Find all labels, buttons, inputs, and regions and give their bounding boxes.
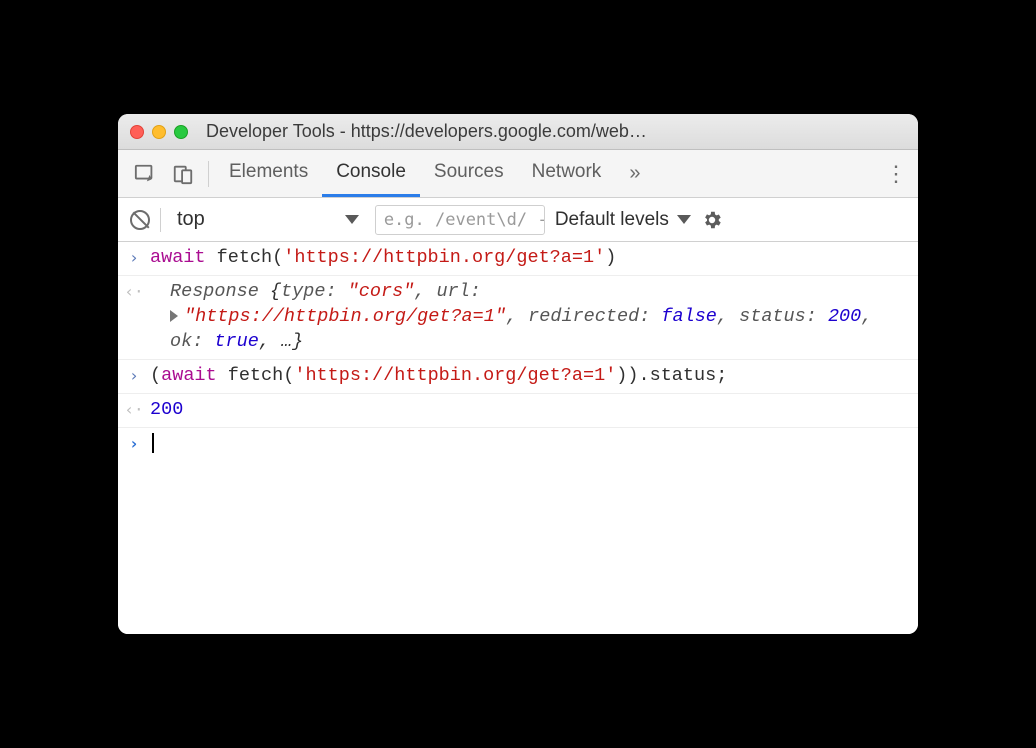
- more-tabs-button[interactable]: »: [615, 162, 654, 185]
- prop-url: , url:: [414, 281, 481, 302]
- tabbar-separator: [208, 161, 209, 187]
- ellipsis: , …}: [259, 331, 303, 352]
- log-levels-label: Default levels: [555, 209, 669, 231]
- tab-elements[interactable]: Elements: [215, 150, 322, 197]
- window-title: Developer Tools - https://developers.goo…: [196, 121, 906, 142]
- prop-status: , status:: [717, 306, 828, 327]
- window-titlebar: Developer Tools - https://developers.goo…: [118, 114, 918, 150]
- call: fetch(: [217, 365, 295, 386]
- traffic-lights: [130, 125, 188, 139]
- console-settings-icon[interactable]: [701, 209, 723, 231]
- brace: {: [270, 281, 281, 302]
- chevron-down-icon: [345, 215, 359, 224]
- val-url: "https://httpbin.org/get?a=1": [184, 306, 506, 327]
- devtools-tabbar: Elements Console Sources Network » ⋮: [118, 150, 918, 198]
- console-input-line: › await fetch('https://httpbin.org/get?a…: [118, 242, 918, 276]
- console-input-line: › (await fetch('https://httpbin.org/get?…: [118, 360, 918, 394]
- execution-context-label: top: [177, 208, 205, 231]
- console-body[interactable]: › await fetch('https://httpbin.org/get?a…: [118, 242, 918, 634]
- output-return-icon: ‹·: [118, 398, 150, 419]
- minimize-window-button[interactable]: [152, 125, 166, 139]
- console-filter-input[interactable]: e.g. /event\d/ -c: [375, 205, 545, 235]
- tab-console[interactable]: Console: [322, 150, 420, 197]
- filter-placeholder: e.g. /event\d/ -c: [384, 210, 545, 230]
- paren: (: [150, 365, 161, 386]
- tab-network[interactable]: Network: [518, 150, 616, 197]
- output-return-icon: ‹·: [118, 280, 150, 301]
- log-levels-selector[interactable]: Default levels: [555, 209, 691, 231]
- text-cursor: [152, 433, 154, 453]
- tail: )).status;: [616, 365, 727, 386]
- console-toolbar: top e.g. /event\d/ -c Default levels: [118, 198, 918, 242]
- toolbar-separator: [160, 208, 161, 232]
- prop-redirected: , redirected:: [506, 306, 661, 327]
- close-window-button[interactable]: [130, 125, 144, 139]
- devtools-window: Developer Tools - https://developers.goo…: [118, 114, 918, 634]
- active-input[interactable]: [150, 432, 918, 457]
- active-prompt-icon: ›: [118, 432, 150, 453]
- val-status: 200: [828, 306, 861, 327]
- console-output-line: ‹· 200: [118, 394, 918, 428]
- devtools-menu-icon[interactable]: ⋮: [882, 161, 910, 187]
- result-value: 200: [150, 398, 918, 423]
- number-literal: 200: [150, 399, 183, 420]
- call: fetch(: [206, 247, 284, 268]
- val-redirected: false: [661, 306, 717, 327]
- keyword: await: [161, 365, 217, 386]
- expand-triangle-icon[interactable]: [170, 310, 178, 322]
- string-literal: 'https://httpbin.org/get?a=1': [294, 365, 616, 386]
- code: await fetch('https://httpbin.org/get?a=1…: [150, 246, 918, 271]
- code: (await fetch('https://httpbin.org/get?a=…: [150, 364, 918, 389]
- val-ok: true: [214, 331, 258, 352]
- maximize-window-button[interactable]: [174, 125, 188, 139]
- tab-sources[interactable]: Sources: [420, 150, 518, 197]
- input-prompt-icon: ›: [118, 246, 150, 267]
- keyword: await: [150, 247, 206, 268]
- console-active-prompt[interactable]: ›: [118, 428, 918, 461]
- device-toolbar-icon[interactable]: [164, 163, 202, 185]
- inspect-element-icon[interactable]: [126, 163, 164, 185]
- prop-type: type:: [281, 281, 348, 302]
- chevron-down-icon: [677, 215, 691, 224]
- execution-context-selector[interactable]: top: [171, 208, 365, 231]
- string-literal: 'https://httpbin.org/get?a=1': [283, 247, 605, 268]
- val-type: "cors": [348, 281, 415, 302]
- paren: ): [605, 247, 616, 268]
- object-name: Response: [170, 281, 270, 302]
- response-object[interactable]: Response {type: "cors", url: "https://ht…: [150, 280, 918, 355]
- input-prompt-icon: ›: [118, 364, 150, 385]
- clear-console-icon[interactable]: [130, 210, 150, 230]
- console-output-line: ‹· Response {type: "cors", url: "https:/…: [118, 276, 918, 360]
